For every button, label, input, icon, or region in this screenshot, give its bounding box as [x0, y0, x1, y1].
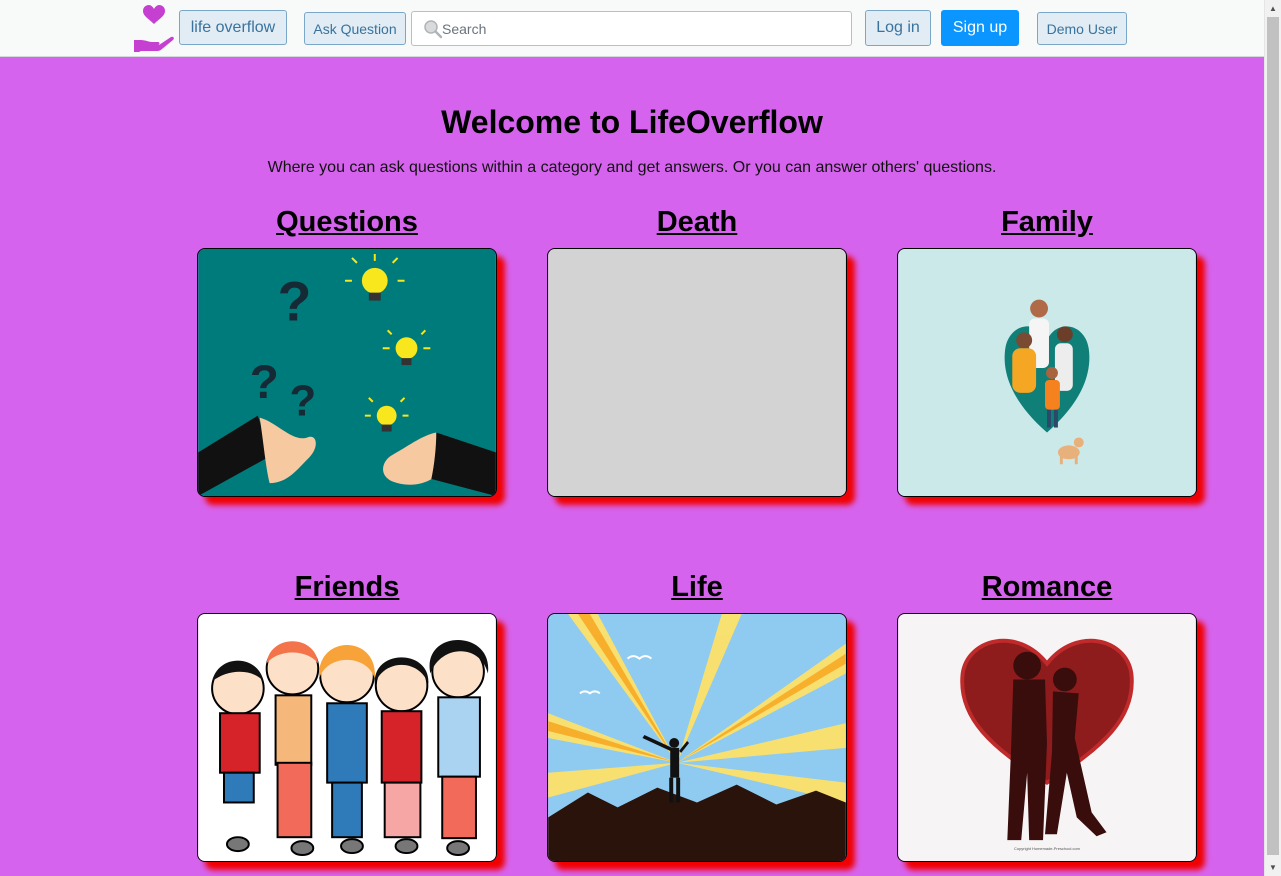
- death-placeholder-image: [548, 249, 846, 496]
- question-mark-icon: ?: [250, 356, 279, 409]
- question-mark-icon: ?: [278, 270, 312, 332]
- family-illustration: [898, 249, 1196, 496]
- signup-button[interactable]: Sign up: [941, 10, 1019, 46]
- search-icon: [423, 19, 443, 39]
- page-title: Welcome to LifeOverflow: [441, 104, 823, 140]
- questions-illustration: ? ? ?: [198, 249, 496, 496]
- scroll-up-arrow-icon[interactable]: ▲: [1265, 0, 1281, 17]
- life-illustration: [548, 614, 846, 861]
- category-link-life[interactable]: Life: [547, 571, 847, 604]
- category-link-questions[interactable]: Questions: [197, 206, 497, 239]
- category-card-friends[interactable]: [197, 613, 497, 862]
- category-link-friends[interactable]: Friends: [197, 571, 497, 604]
- romance-illustration: Copyright Homemade-Preschool.com: [898, 614, 1196, 861]
- category-card-family[interactable]: [897, 248, 1197, 497]
- scroll-down-arrow-icon[interactable]: ▼: [1265, 859, 1281, 876]
- home-button[interactable]: life overflow: [179, 10, 287, 45]
- category-card-life[interactable]: [547, 613, 847, 862]
- category-link-death[interactable]: Death: [547, 206, 847, 239]
- logo-heart-hand-icon[interactable]: [131, 4, 177, 54]
- category-card-romance[interactable]: Copyright Homemade-Preschool.com: [897, 613, 1197, 862]
- demo-user-button[interactable]: Demo User: [1037, 12, 1127, 45]
- top-navbar: life overflow Ask Question Log in Sign u…: [0, 0, 1264, 57]
- search-input[interactable]: [442, 12, 847, 45]
- scroll-thumb[interactable]: [1267, 17, 1279, 855]
- category-card-questions[interactable]: ? ? ?: [197, 248, 497, 497]
- category-card-death[interactable]: [547, 248, 847, 497]
- vertical-scrollbar[interactable]: ▲ ▼: [1264, 0, 1281, 876]
- category-link-romance[interactable]: Romance: [897, 571, 1197, 604]
- search-bar[interactable]: [411, 11, 852, 46]
- page-subtitle: Where you can ask questions within a cat…: [267, 159, 997, 176]
- copyright-watermark: Copyright Homemade-Preschool.com: [1014, 846, 1081, 851]
- category-link-family[interactable]: Family: [897, 206, 1197, 239]
- login-button[interactable]: Log in: [865, 10, 931, 46]
- question-mark-icon: ?: [289, 377, 316, 426]
- friends-illustration: [198, 614, 496, 861]
- ask-question-button[interactable]: Ask Question: [304, 12, 406, 45]
